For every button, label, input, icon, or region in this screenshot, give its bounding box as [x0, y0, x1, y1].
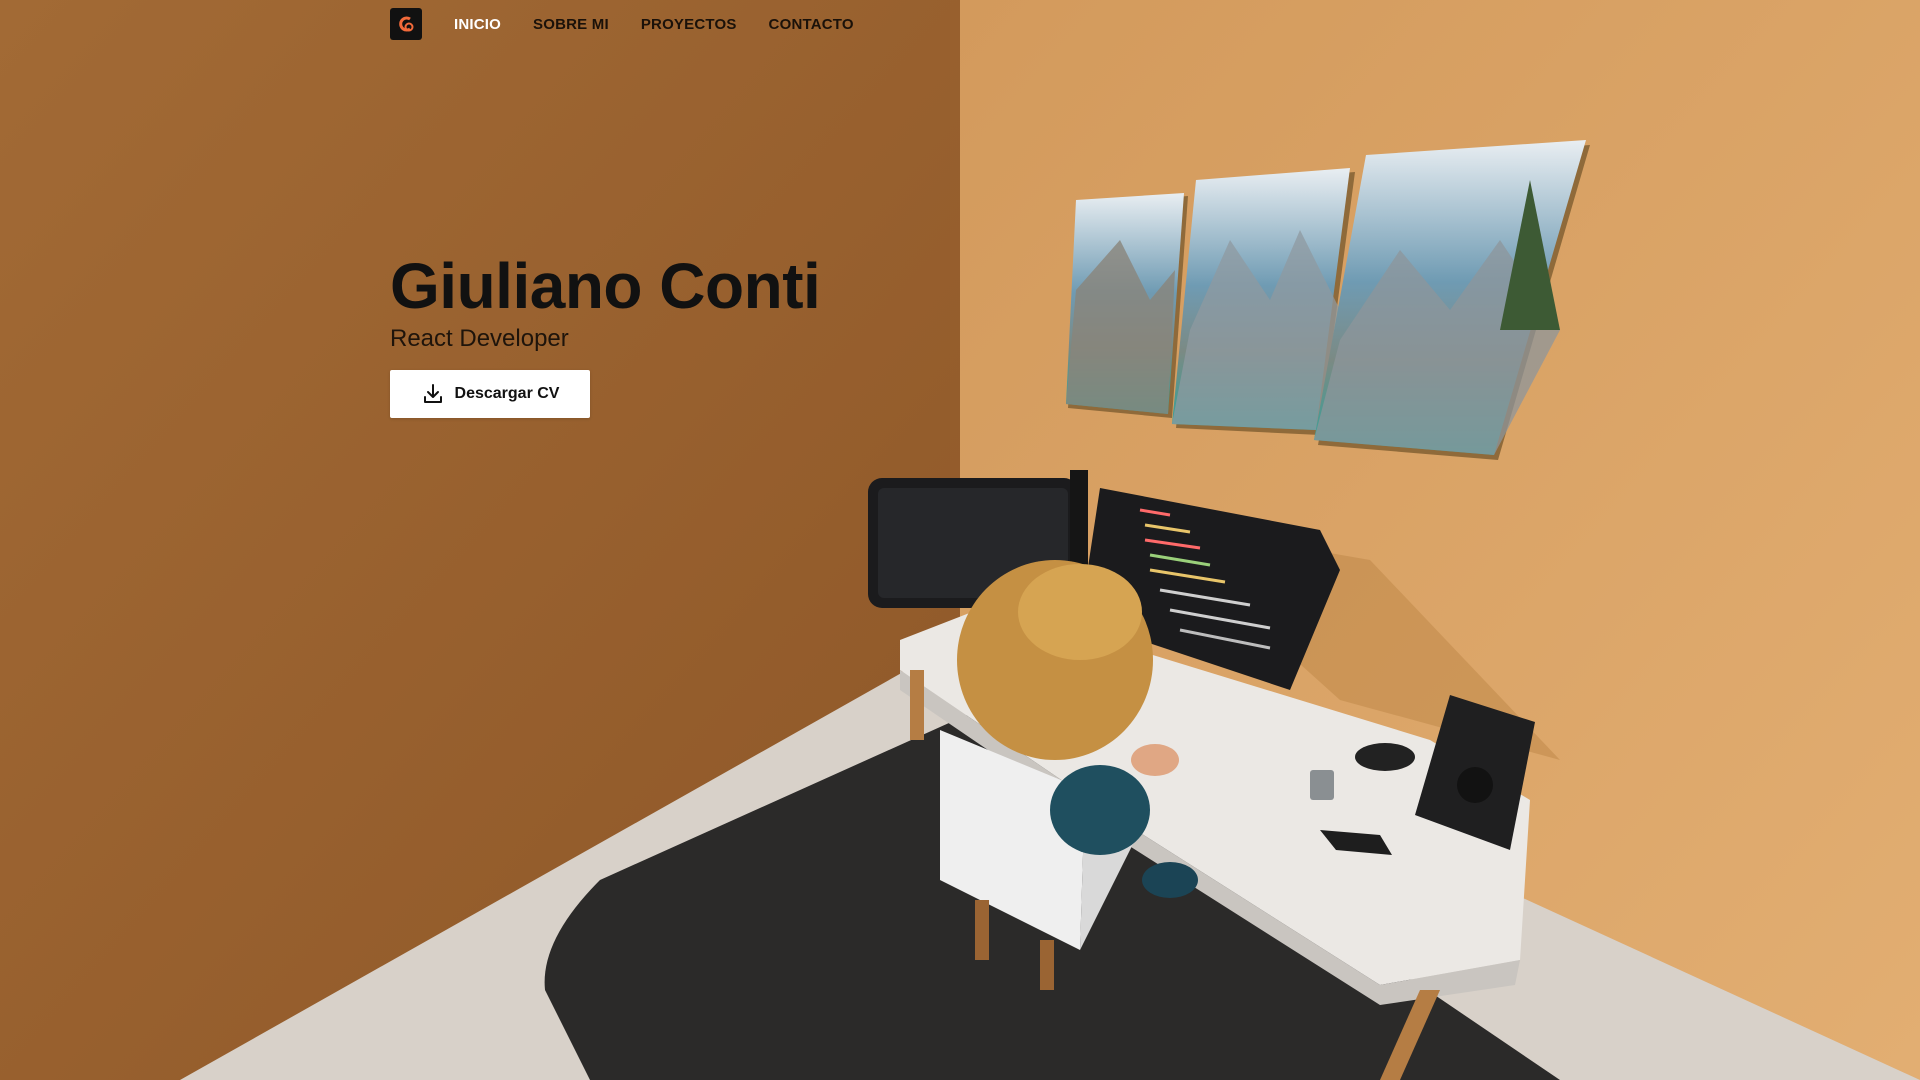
gc-logo-icon[interactable] — [390, 8, 422, 40]
download-cv-button[interactable]: Descargar CV — [390, 370, 590, 418]
nav-item-inicio[interactable]: INICIO — [454, 16, 501, 33]
download-icon — [423, 384, 442, 403]
gc-logo-icon-glyph — [399, 16, 414, 32]
portfolio-page: INICIO SOBRE MI PROYECTOS CONTACTO Giuli… — [0, 0, 1920, 1080]
nav-item-contacto[interactable]: CONTACTO — [769, 16, 854, 33]
hero-name: Giuliano Conti — [390, 250, 821, 322]
nav-item-proyectos[interactable]: PROYECTOS — [641, 16, 737, 33]
download-cv-label: Descargar CV — [454, 385, 560, 402]
hero-role: React Developer — [390, 325, 569, 352]
room-3d-scene — [0, 0, 1920, 1080]
hero-section: Giuliano Conti React Developer Descargar… — [390, 248, 821, 418]
main-nav: INICIO SOBRE MI PROYECTOS CONTACTO — [390, 8, 854, 40]
nav-item-sobre-mi[interactable]: SOBRE MI — [533, 16, 609, 33]
